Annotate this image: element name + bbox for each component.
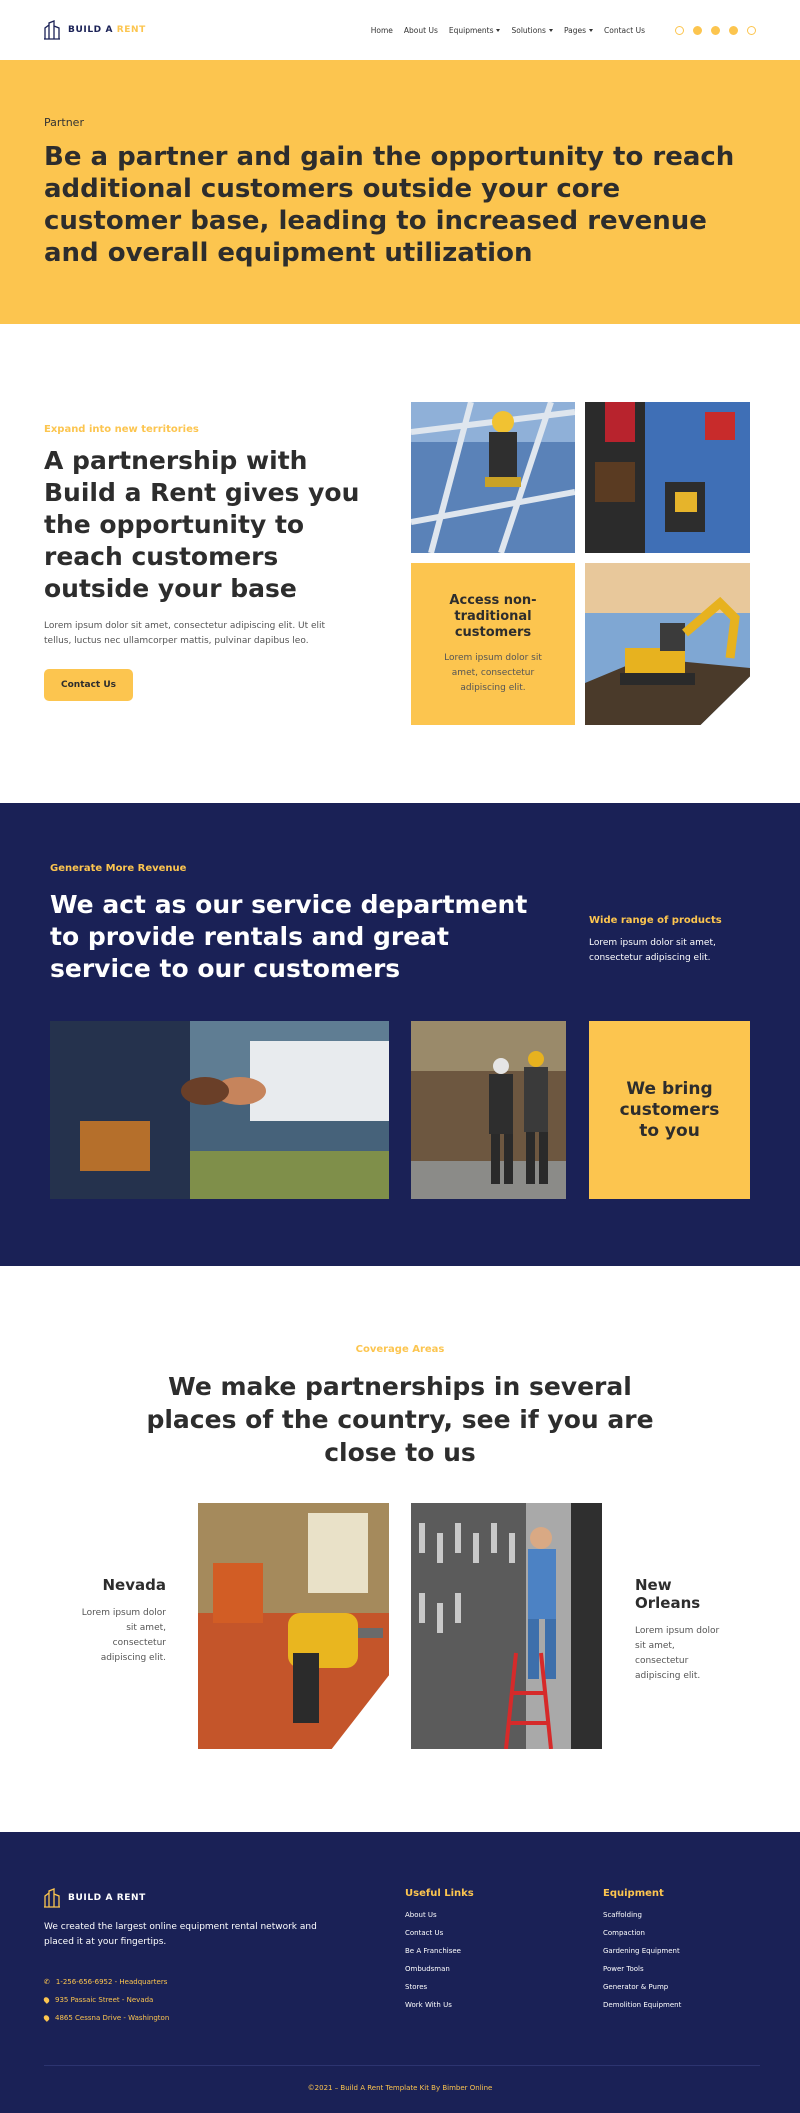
products-text: Lorem ipsum dolor sit amet, consectetur … [589,938,716,963]
footer-link[interactable]: Generator & Pump [603,1983,681,2001]
city-text: Lorem ipsum dolor sit amet, consectetur … [81,1608,166,1663]
nav-solutions[interactable]: Solutions [511,26,553,35]
card-title: Access non-traditional customers [449,592,537,640]
city-new-orleans: New Orleans Lorem ipsum dolor sit amet, … [635,1576,725,1684]
footer-link[interactable]: Contact Us [405,1929,474,1947]
equipment-links-column: Equipment Scaffolding Compaction Gardeni… [603,1888,681,2019]
coverage-section: Coverage Areas We make partnerships in s… [0,1266,800,1832]
copyright: ©2021 – Build A Rent Template Kit By Bim… [307,2084,493,2092]
nav-contact-us[interactable]: Contact Us [604,26,645,35]
brand-name: BUILD A RENT [68,25,146,35]
instagram-icon[interactable] [675,25,684,35]
chevron-down-icon [496,28,501,32]
chevron-down-icon [589,28,594,32]
equipment-links-title: Equipment [603,1888,664,1899]
contact-us-button[interactable]: Contact Us [44,669,134,701]
footer-link[interactable]: About Us [405,1911,474,1929]
products-title: Wide range of products [589,915,722,926]
nav-about-us[interactable]: About Us [404,26,438,35]
drill-tool-image [198,1503,389,1749]
partnership-section: Expand into new territories A partnershi… [0,324,800,803]
footer-link[interactable]: Be A Franchisee [405,1947,474,1965]
partnership-title: A partnership with Build a Rent gives yo… [44,446,360,603]
products-block: Wide range of products Lorem ipsum dolor… [589,915,759,966]
contact-phone[interactable]: ✆ 1-256-656-6952 - Headquarters [44,1973,169,1991]
footer-link[interactable]: Scaffolding [603,1911,681,1929]
city-name: Nevada [102,1576,167,1594]
chevron-down-icon [548,28,553,32]
footer-link[interactable]: Compaction [603,1929,681,1947]
footer-logo[interactable]: BUILD A RENT [44,1888,146,1908]
twitter-icon[interactable] [711,25,720,35]
youtube-icon[interactable] [729,25,738,35]
coverage-eyebrow: Coverage Areas [355,1344,445,1355]
building-icon [44,20,60,40]
footer-link[interactable]: Demolition Equipment [603,2001,681,2019]
hero-section: Partner Be a partner and gain the opport… [0,60,800,324]
worker-drill-image [585,402,750,553]
factory-workers-image [411,1021,566,1199]
main-nav: Home About Us Equipments Solutions Pages… [371,26,645,35]
footer-link[interactable]: Stores [405,1983,474,2001]
useful-links-title: Useful Links [405,1888,474,1899]
city-name: New Orleans [635,1576,701,1612]
footer-about: We created the largest online equipment … [44,1922,317,1947]
facebook-icon[interactable] [693,25,702,35]
hero-label: Partner [44,116,84,129]
social-links [675,25,756,35]
footer-brand-name: BUILD A RENT [68,1893,146,1903]
footer-divider [44,2065,760,2066]
revenue-section: Generate More Revenue We act as our serv… [0,803,800,1266]
site-footer: BUILD A RENT We created the largest onli… [0,1832,800,2113]
access-customers-card: Access non-traditional customers Lorem i… [411,563,575,725]
revenue-eyebrow: Generate More Revenue [50,863,187,874]
location-pin-icon [42,2014,51,2022]
partnership-text: Lorem ipsum dolor sit amet, consectetur … [44,621,326,646]
brand-logo[interactable]: BUILD A RENT [44,20,146,40]
location-pin-icon [42,1996,51,2004]
footer-contacts: ✆ 1-256-656-6952 - Headquarters 935 Pass… [42,1973,169,2027]
contact-address-nevada[interactable]: 935 Passaic Street - Nevada [42,1991,169,2009]
partnership-eyebrow: Expand into new territories [44,424,199,435]
footer-link[interactable]: Gardening Equipment [603,1947,681,1965]
hero-title: Be a partner and gain the opportunity to… [44,142,735,268]
footer-link[interactable]: Work With Us [405,2001,474,2019]
nav-home[interactable]: Home [371,26,393,35]
footer-link[interactable]: Power Tools [603,1965,681,1983]
site-header: BUILD A RENT Home About Us Equipments So… [0,0,800,60]
revenue-title: We act as our service department to prov… [50,890,528,983]
scaffold-worker-image [411,402,575,553]
city-nevada: Nevada Lorem ipsum dolor sit amet, conse… [76,1576,166,1666]
tool-store-worker-image [411,1503,602,1749]
coverage-title: We make partnerships in several places o… [146,1372,654,1467]
pinterest-icon[interactable] [747,25,756,35]
contact-address-washington[interactable]: 4865 Cessna Drive - Washington [42,2009,169,2027]
phone-icon: ✆ [44,1978,50,1986]
nav-equipments[interactable]: Equipments [449,26,501,35]
bring-customers-card: We bring customers to you [589,1021,750,1199]
bring-customers-text: We bring customers to you [619,1078,720,1141]
building-icon [44,1888,60,1908]
footer-link[interactable]: Ombudsman [405,1965,474,1983]
useful-links-column: Useful Links About Us Contact Us Be A Fr… [405,1888,474,2019]
handshake-image [50,1021,389,1199]
card-text: Lorem ipsum dolor sit amet, consectetur … [444,652,542,693]
nav-pages[interactable]: Pages [564,26,594,35]
city-text: Lorem ipsum dolor sit amet, consectetur … [635,1626,720,1681]
excavator-image [585,563,750,725]
